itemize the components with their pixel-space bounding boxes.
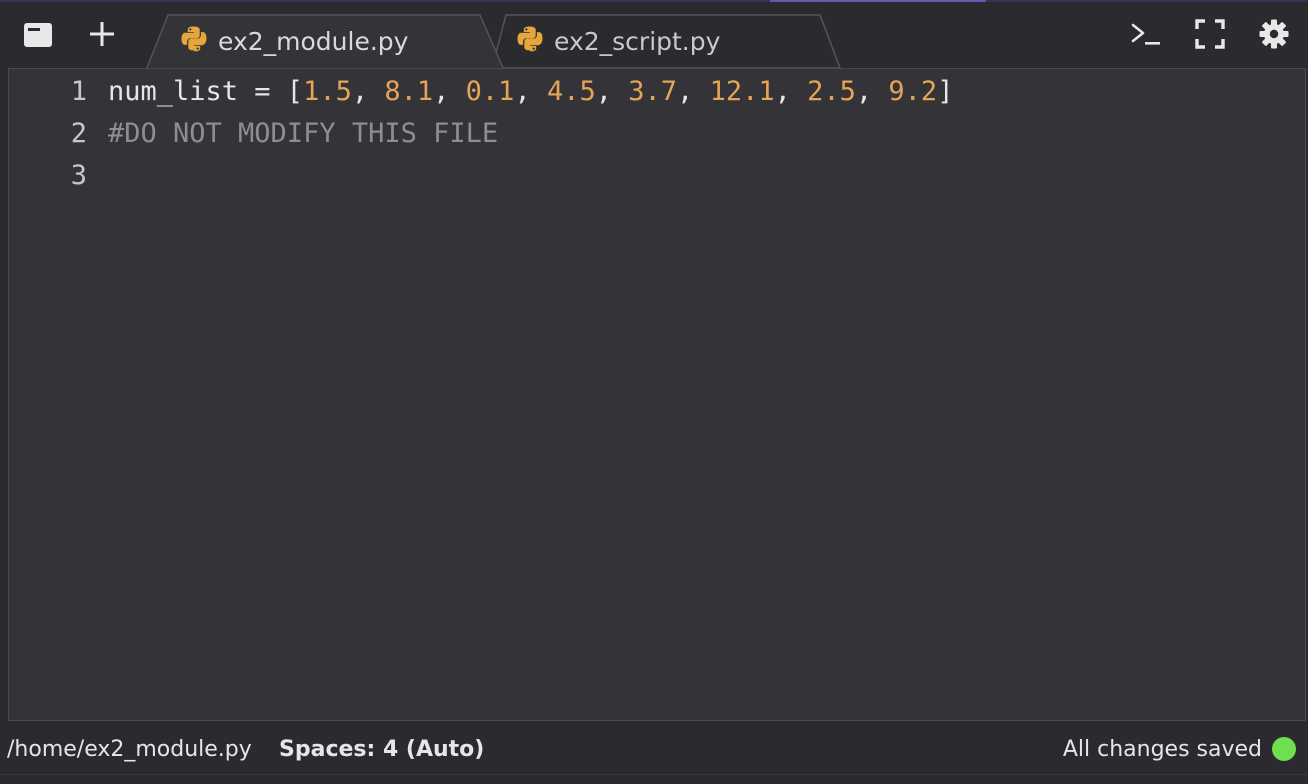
number-token: 2.5 xyxy=(807,75,856,107)
code-token: , xyxy=(433,75,466,107)
tab-label: ex2_module.py xyxy=(218,26,409,56)
code-token: ] xyxy=(937,75,954,107)
gear-icon[interactable] xyxy=(1256,16,1292,52)
code-token: , xyxy=(855,75,889,107)
file-path: /home/ex2_module.py xyxy=(7,736,252,762)
bottom-divider xyxy=(0,774,1308,784)
number-token: 0.1 xyxy=(465,75,515,107)
terminal-icon[interactable] xyxy=(1128,18,1164,50)
number-token: 8.1 xyxy=(384,75,434,107)
python-icon xyxy=(180,25,208,57)
save-status: All changes saved xyxy=(1062,736,1262,762)
tab-bar: ex2_script.py ex2_module.py xyxy=(0,2,1308,70)
code-token: , xyxy=(351,75,385,107)
code-token: , xyxy=(677,75,710,107)
tab-ex2-module[interactable]: ex2_module.py xyxy=(146,14,506,70)
code-text[interactable]: #DO NOT MODIFY THIS FILE xyxy=(108,118,498,149)
number-token: 4.5 xyxy=(546,75,596,107)
number-token: 3.7 xyxy=(628,75,678,107)
code-token: , xyxy=(514,75,547,107)
code-editor[interactable]: 1 num_list = [1.5, 8.1, 0.1, 4.5, 3.7, 1… xyxy=(8,68,1306,721)
code-token: , xyxy=(595,75,629,107)
number-token: 1.5 xyxy=(303,75,352,107)
line-number: 1 xyxy=(70,75,87,107)
tab-label: ex2_script.py xyxy=(554,26,721,56)
code-text[interactable]: num_list = [1.5, 8.1, 0.1, 4.5, 3.7, 12.… xyxy=(108,76,953,107)
indentation-setting[interactable]: Spaces: 4 (Auto) xyxy=(279,737,484,762)
code-line: 1 num_list = [1.5, 8.1, 0.1, 4.5, 3.7, 1… xyxy=(9,70,954,112)
line-number: 2 xyxy=(70,117,87,149)
sidebar-toggle-icon[interactable] xyxy=(22,20,54,50)
code-token: , xyxy=(774,75,808,107)
saved-indicator-icon xyxy=(1272,737,1296,761)
code-token: num_list = [ xyxy=(108,75,304,107)
number-token: 9.2 xyxy=(888,75,938,107)
code-line: 2 #DO NOT MODIFY THIS FILE xyxy=(9,112,498,154)
editor-window: ex2_script.py ex2_module.py 1 num_list =… xyxy=(0,0,1308,784)
code-line: 3 xyxy=(9,154,108,196)
line-number: 3 xyxy=(70,159,87,191)
status-bar: /home/ex2_module.py Spaces: 4 (Auto) All… xyxy=(0,726,1308,772)
comment-token: #DO NOT MODIFY THIS FILE xyxy=(108,117,499,149)
fullscreen-icon[interactable] xyxy=(1192,16,1228,52)
python-icon xyxy=(516,25,544,57)
number-token: 12.1 xyxy=(709,75,775,107)
tab-ex2-script[interactable]: ex2_script.py xyxy=(492,14,842,68)
plus-icon[interactable] xyxy=(86,18,118,50)
